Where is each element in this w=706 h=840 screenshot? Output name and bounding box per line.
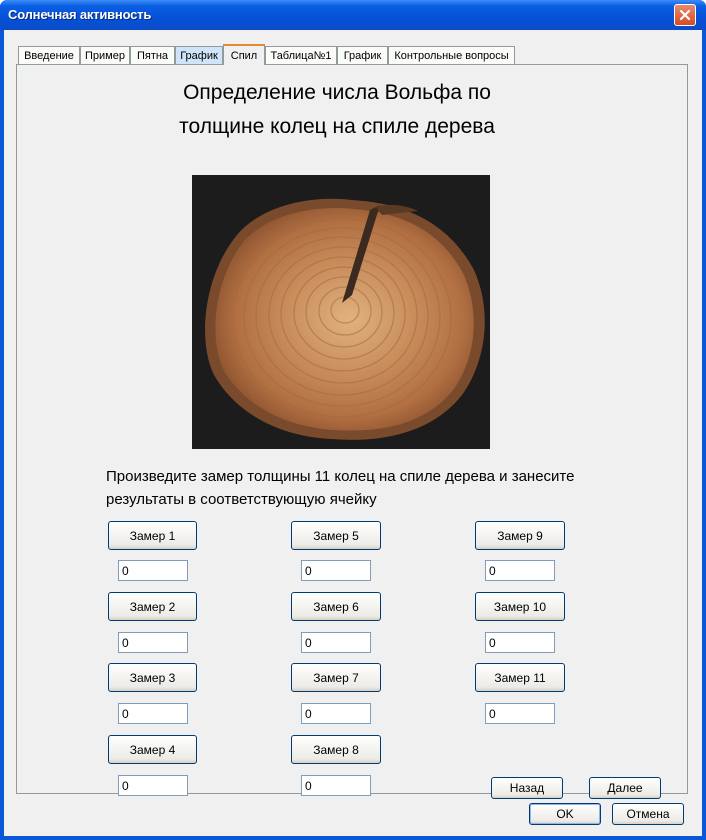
tab-introduction[interactable]: Введение	[18, 46, 80, 64]
next-button[interactable]: Далее	[589, 777, 661, 799]
measure-5-field[interactable]	[301, 560, 371, 581]
tree-cut-image	[192, 175, 490, 449]
measure-10-field[interactable]	[485, 632, 555, 653]
measure-5-button[interactable]: Замер 5	[291, 521, 381, 550]
measure-4-field[interactable]	[118, 775, 188, 796]
app-window: Солнечная активность Введение Пример Пят…	[0, 0, 706, 840]
tab-graph-2[interactable]: График	[337, 46, 388, 64]
ok-button[interactable]: OK	[529, 803, 601, 825]
tab-table-1[interactable]: Таблица№1	[265, 46, 337, 64]
tab-graph[interactable]: График	[175, 46, 223, 64]
measure-2-field[interactable]	[118, 632, 188, 653]
instruction-text: Произведите замер толщины 11 колец на сп…	[106, 468, 575, 508]
close-button[interactable]	[674, 4, 696, 26]
measure-8-field[interactable]	[301, 775, 371, 796]
measure-7-button[interactable]: Замер 7	[291, 663, 381, 692]
measure-1-field[interactable]	[118, 560, 188, 581]
measure-1-button[interactable]: Замер 1	[108, 521, 197, 550]
tab-cut[interactable]: Спил	[223, 44, 265, 65]
window-title: Солнечная активность	[8, 7, 152, 22]
measure-10-button[interactable]: Замер 10	[475, 592, 565, 621]
measure-8-button[interactable]: Замер 8	[291, 735, 381, 764]
measure-6-field[interactable]	[301, 632, 371, 653]
measure-9-field[interactable]	[485, 560, 555, 581]
measure-4-button[interactable]: Замер 4	[108, 735, 197, 764]
tab-example[interactable]: Пример	[80, 46, 130, 64]
window-client-area: Введение Пример Пятна График Спил Таблиц…	[4, 30, 702, 836]
measure-11-button[interactable]: Замер 11	[475, 663, 565, 692]
page-title-line-2: толщине колец на спиле дерева	[179, 115, 495, 138]
tree-rings-illustration	[192, 175, 490, 449]
measure-9-button[interactable]: Замер 9	[475, 521, 565, 550]
page-title-line-1: Определение числа Вольфа по	[183, 81, 491, 104]
measure-3-field[interactable]	[118, 703, 188, 724]
tab-panel-cut: Определение числа Вольфа по толщине коле…	[16, 64, 688, 799]
cancel-button[interactable]: Отмена	[612, 803, 684, 825]
measure-7-field[interactable]	[301, 703, 371, 724]
back-button[interactable]: Назад	[491, 777, 563, 799]
title-bar[interactable]: Солнечная активность	[0, 0, 706, 30]
measure-2-button[interactable]: Замер 2	[108, 592, 197, 621]
measure-3-button[interactable]: Замер 3	[108, 663, 197, 692]
measure-6-button[interactable]: Замер 6	[291, 592, 381, 621]
tab-spots[interactable]: Пятна	[130, 46, 175, 64]
tab-control-questions[interactable]: Контрольные вопросы	[388, 46, 515, 64]
close-icon	[679, 9, 691, 21]
measure-11-field[interactable]	[485, 703, 555, 724]
